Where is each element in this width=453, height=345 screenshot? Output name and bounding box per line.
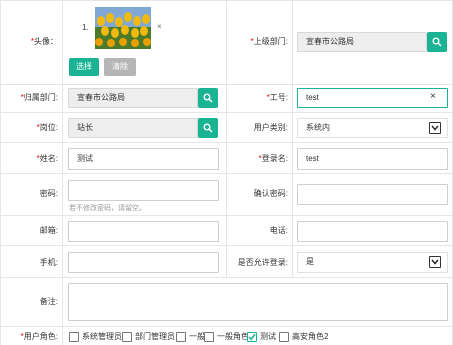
role-label: 一般 [189,332,205,341]
mobile-input[interactable] [68,252,219,273]
role-checkbox[interactable] [204,332,214,342]
job-no-input[interactable]: test [297,88,448,108]
user-type-value: 系统内 [306,123,330,132]
password-hint: 若不修改密码，请留空。 [69,205,146,212]
post-field[interactable]: 站长 [68,118,198,138]
col-divider [62,0,63,345]
role-checkbox[interactable] [279,332,289,342]
check-icon [248,333,256,341]
remark-textarea[interactable] [68,283,448,321]
choose-button[interactable]: 选择 [69,58,99,76]
role-checkbox[interactable] [247,332,257,342]
allow-login-label: 是否允许登录: [237,258,288,267]
password-label: 密码: [39,189,58,198]
user-type-select[interactable]: 系统内 [297,118,448,138]
password-input[interactable] [68,180,219,201]
col-divider [0,0,1,345]
post-search-button[interactable] [198,118,218,138]
avatar-index: 1. [82,23,89,32]
belong-dept-label: *归属部门: [20,93,58,102]
role-label: 一般角色 [217,332,249,341]
avatar-label: *头像： [30,37,58,46]
search-icon [432,37,442,47]
close-icon[interactable]: × [430,92,436,102]
login-label: *登录名: [258,154,288,163]
search-icon [203,123,213,133]
job-no-label: *工号: [266,93,288,102]
chevron-down-icon[interactable] [429,256,441,268]
col-divider [292,0,293,277]
search-icon [203,93,213,103]
email-input[interactable] [68,221,219,242]
col-divider [226,0,227,277]
phone-label: 电话: [269,226,288,235]
role-label: 部门管理员 [135,332,175,341]
role-checkbox[interactable] [122,332,132,342]
allow-login-value: 是 [306,257,314,266]
remark-label: 备注: [39,297,58,306]
role-checkbox[interactable] [69,332,79,342]
role-label: 高安角色2 [292,332,329,341]
role-label: 测试 [260,332,276,341]
mobile-label: 手机: [39,258,58,267]
dept-search-button[interactable] [427,32,447,52]
post-label: *岗位: [36,123,58,132]
name-label: *姓名: [36,154,58,163]
role-checkbox[interactable] [176,332,186,342]
dept-label: *上级部门: [250,37,288,46]
user-type-label: 用户类别: [253,123,288,132]
name-input[interactable]: 测试 [68,148,219,170]
login-input[interactable]: test [297,148,448,170]
row-divider [0,326,453,327]
avatar-image [95,7,151,49]
confirm-password-input[interactable] [297,184,448,205]
role-label: 系统管理员 [82,332,122,341]
email-label: 邮箱: [39,226,58,235]
confirm-password-label: 确认密码: [253,189,288,198]
chevron-down-icon[interactable] [429,122,441,134]
belong-dept-field[interactable]: 宣春市公路局 [68,88,198,108]
phone-input[interactable] [297,221,448,242]
row-divider [0,277,453,278]
allow-login-select[interactable]: 是 [297,252,448,273]
roles-label: *用户角色: [20,332,58,341]
dept-field[interactable]: 宣春市公路局 [297,32,427,52]
avatar-remove-icon[interactable]: × [157,22,162,31]
belong-dept-search-button[interactable] [198,88,218,108]
clear-button[interactable]: 清除 [104,58,136,76]
